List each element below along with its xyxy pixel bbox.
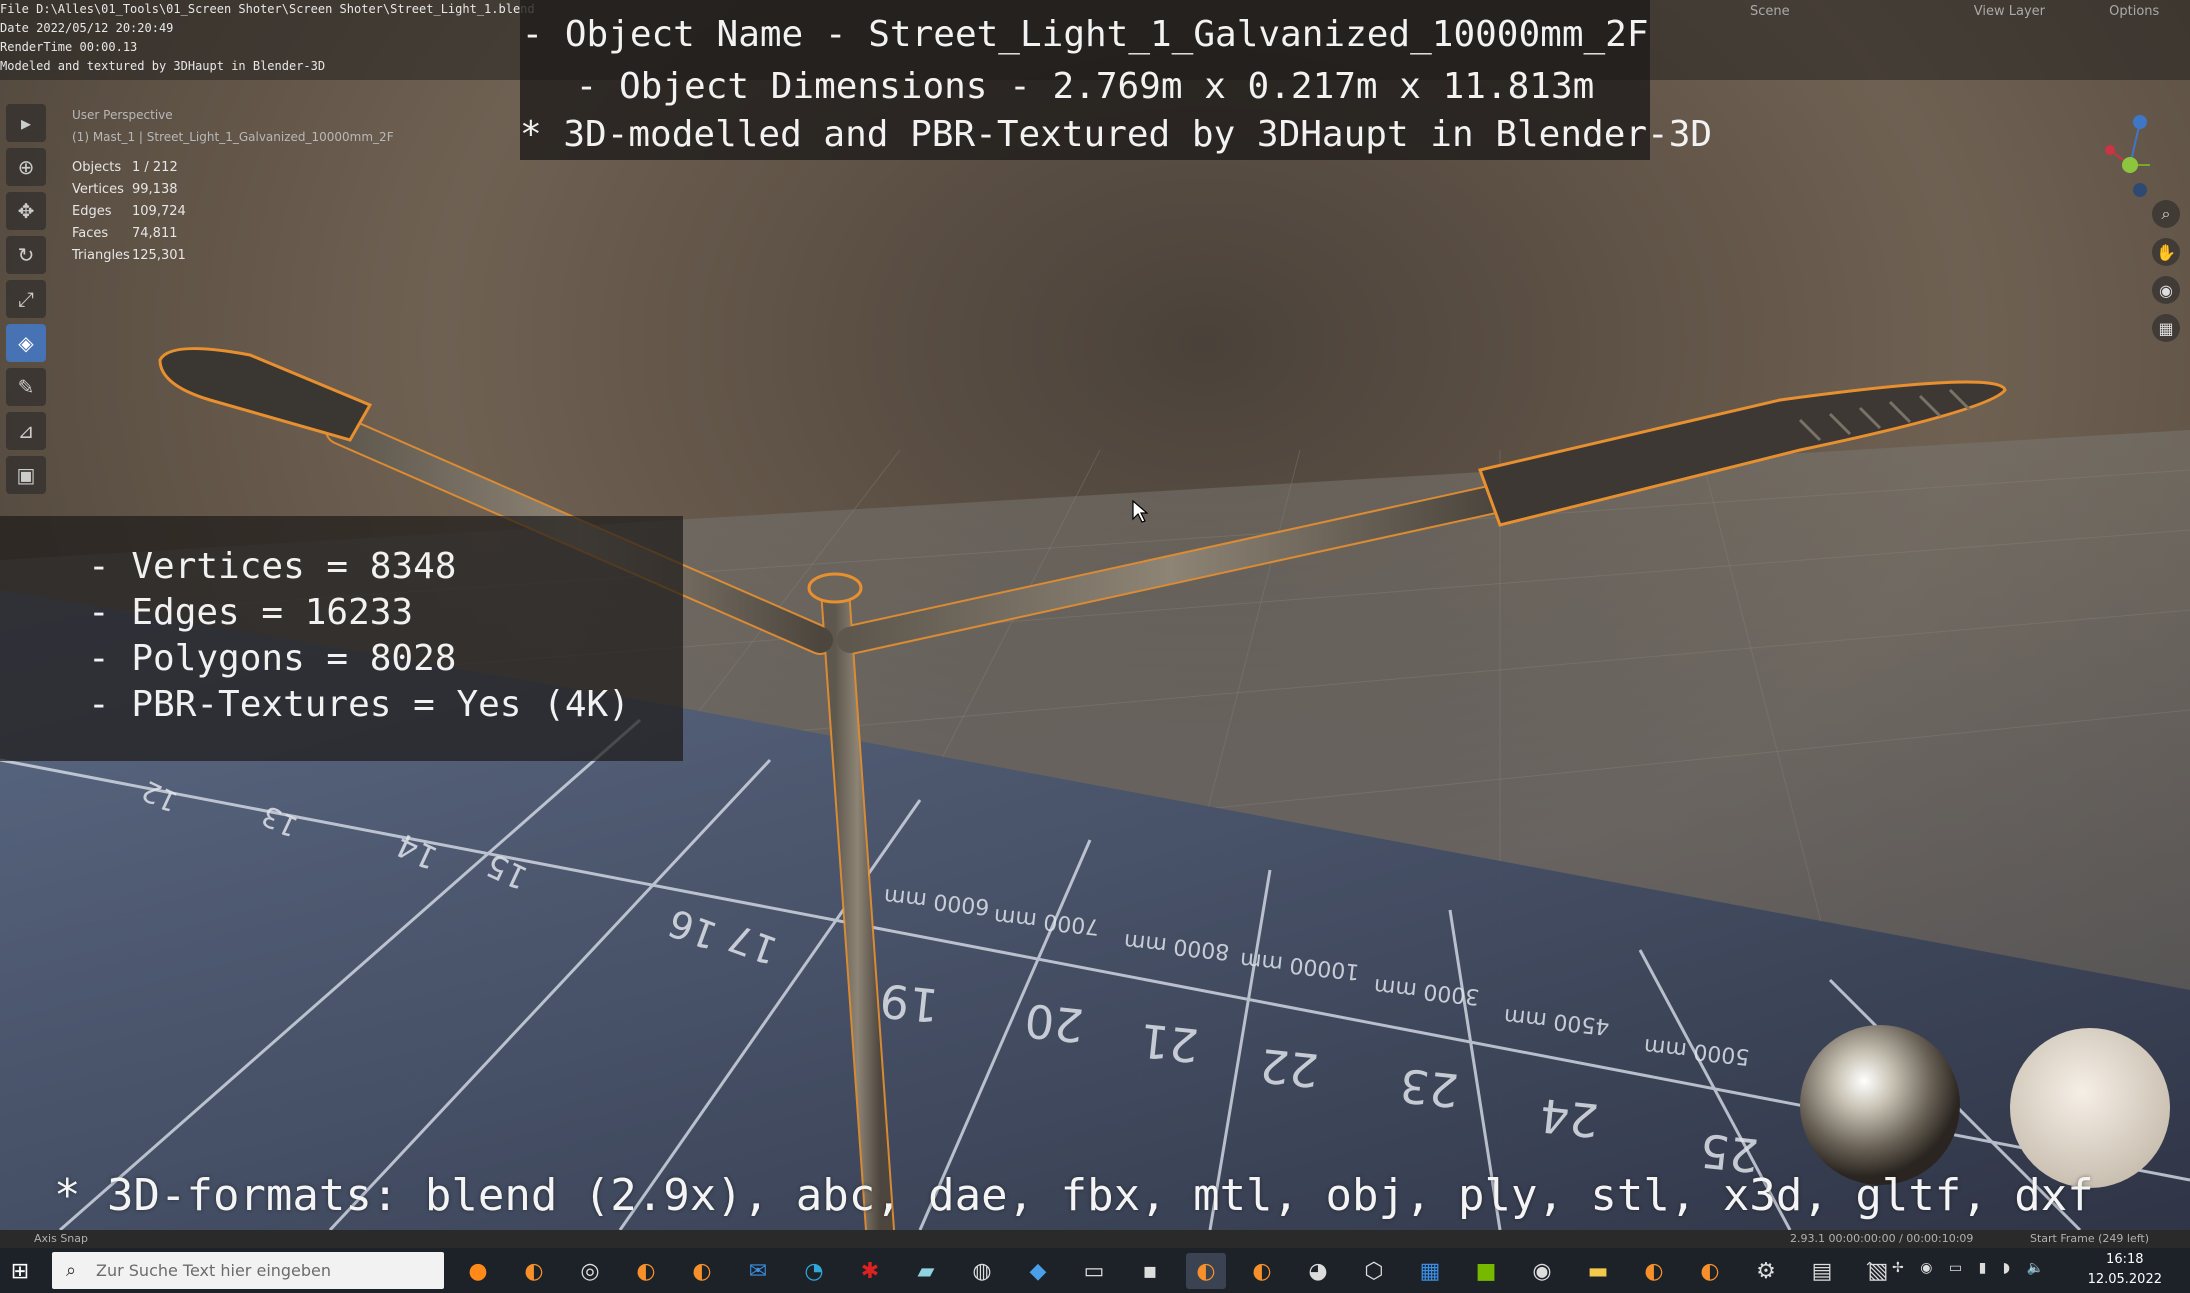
taskbar-search[interactable]: ⌕ Zur Suche Text hier eingeben	[52, 1252, 444, 1289]
calendar-icon[interactable]: ▦	[1410, 1253, 1450, 1289]
svg-text:23: 23	[1397, 1058, 1461, 1118]
grid-icon[interactable]: ▦	[2152, 314, 2180, 342]
mouse-pointer-icon	[1132, 499, 1149, 528]
vertices-count: - Vertices = 8348	[88, 546, 457, 587]
formats-caption: * 3D-formats: blend (2.9x), abc, dae, fb…	[54, 1170, 2094, 1221]
svg-text:22: 22	[1257, 1038, 1321, 1098]
cursor-icon[interactable]: ⊕	[6, 148, 46, 186]
transform-icon[interactable]: ◈	[6, 324, 46, 362]
app-icon[interactable]: ▪	[1130, 1253, 1170, 1289]
search-placeholder: Zur Suche Text hier eingeben	[96, 1261, 332, 1280]
svg-text:24: 24	[1537, 1088, 1601, 1148]
firefox-icon[interactable]: ●	[458, 1253, 498, 1289]
notes-icon[interactable]: ▰	[906, 1253, 946, 1289]
camera-icon[interactable]: ◉	[2152, 276, 2180, 304]
blender-icon[interactable]: ◐	[1242, 1253, 1282, 1289]
windows-taskbar: ⊞ ⌕ Zur Suche Text hier eingeben ● ◐ ◎ ◐…	[0, 1248, 2190, 1293]
taskbar-apps: ● ◐ ◎ ◐ ◐ ✉ ◔ ✱ ▰ ◍ ◆ ▭ ▪ ◐ ◐ ◕ ⬡ ▦ ■ ◉ …	[458, 1253, 1914, 1289]
pan-hand-icon[interactable]: ✋	[2152, 238, 2180, 266]
svg-text:20: 20	[1022, 993, 1086, 1053]
mail-icon[interactable]: ✉	[738, 1253, 778, 1289]
axis-gizmo[interactable]	[2100, 110, 2170, 200]
annotate-icon[interactable]: ✎	[6, 368, 46, 406]
move-icon[interactable]: ✥	[6, 192, 46, 230]
blender-icon[interactable]: ◐	[1690, 1253, 1730, 1289]
scene-selector[interactable]: Scene	[1750, 4, 1790, 19]
status-frame: Start Frame (249 left)	[2030, 1232, 2150, 1245]
settings-icon[interactable]: ⚙	[1746, 1253, 1786, 1289]
svg-text:19: 19	[877, 973, 941, 1033]
mesh-stats-panel: - Vertices = 8348 - Edges = 16233 - Poly…	[0, 516, 683, 761]
app-icon[interactable]: ◆	[1018, 1253, 1058, 1289]
blender-icon[interactable]: ◐	[514, 1253, 554, 1289]
polygons-count: - Polygons = 8028	[88, 638, 457, 679]
add-cube-icon[interactable]: ▣	[6, 456, 46, 494]
status-bar: Axis Snap 2.93.1 00:00:00:00 / 00:00:10:…	[0, 1230, 2190, 1248]
object-name: - Object Name - Street_Light_1_Galvanize…	[521, 14, 1649, 55]
clock-date: 12.05.2022	[2087, 1272, 2162, 1287]
status-version: 2.93.1 00:00:00:00 / 00:00:10:09	[1790, 1232, 1974, 1245]
blender-icon[interactable]: ◐	[626, 1253, 666, 1289]
system-tray[interactable]: ⌃ ✢ ◉ ▭ ▮ ◗ 🔈	[1864, 1260, 2050, 1276]
stat-row: Vertices 99,138	[72, 182, 178, 197]
search-icon: ⌕	[66, 1260, 77, 1281]
object-info-banner: - Object Name - Street_Light_1_Galvanize…	[520, 0, 1713, 160]
stat-row: Faces 74,811	[72, 226, 178, 241]
render-time: RenderTime 00:00.13	[0, 40, 138, 54]
stat-row: Edges 109,724	[72, 204, 186, 219]
app-icon[interactable]: ✱	[850, 1253, 890, 1289]
active-object-path: (1) Mast_1 | Street_Light_1_Galvanized_1…	[72, 130, 394, 144]
tool-shelf: ▸ ⊕ ✥ ↻ ⤢ ◈ ✎ ⊿ ▣	[6, 104, 48, 500]
obs-icon[interactable]: ◎	[570, 1253, 610, 1289]
stat-row: Objects 1 / 212	[72, 160, 178, 175]
stat-row: Triangles 125,301	[72, 248, 186, 263]
render-date: Date 2022/05/12 20:20:49	[0, 21, 174, 35]
blender-icon[interactable]: ◐	[682, 1253, 722, 1289]
app-icon[interactable]: ▤	[1802, 1253, 1842, 1289]
scene-statistics: Objects 1 / 212 Vertices 99,138 Edges 109,7…	[72, 160, 186, 270]
edges-count: - Edges = 16233	[88, 592, 414, 633]
nvidia-icon[interactable]: ■	[1466, 1253, 1506, 1289]
header-right-controls: Scene View Layer Options	[1750, 4, 2159, 19]
zoom-icon[interactable]: ⌕	[2152, 200, 2180, 228]
measure-icon[interactable]: ⊿	[6, 412, 46, 450]
object-dimensions: - Object Dimensions - 2.769m x 0.217m x …	[575, 66, 1595, 107]
scale-icon[interactable]: ⤢	[6, 280, 46, 318]
taskbar-clock[interactable]: 16:18 12.05.2022	[2088, 1250, 2162, 1290]
options-menu[interactable]: Options	[2109, 4, 2159, 19]
file-path: File D:\Alles\01_Tools\01_Screen Shoter\…	[0, 2, 535, 16]
select-box-icon[interactable]: ▸	[6, 104, 46, 142]
perspective-label: User Perspective	[72, 108, 173, 122]
edge-icon[interactable]: ◔	[794, 1253, 834, 1289]
cube-icon[interactable]: ⬡	[1354, 1253, 1394, 1289]
credit-line: Modeled and textured by 3DHaupt in Blend…	[0, 59, 326, 73]
app-icon[interactable]: ◉	[1522, 1253, 1562, 1289]
folder-icon[interactable]: ▬	[1578, 1253, 1618, 1289]
panda-icon[interactable]: ◕	[1298, 1253, 1338, 1289]
terminal-icon[interactable]: ▭	[1074, 1253, 1114, 1289]
navigation-controls: ⌕ ✋ ◉ ▦	[2152, 200, 2182, 352]
modelled-by: * 3D-modelled and PBR-Textured by 3DHaup…	[520, 114, 1713, 155]
blender-icon[interactable]: ◐	[1634, 1253, 1674, 1289]
status-left: Axis Snap	[34, 1232, 88, 1245]
rotate-icon[interactable]: ↻	[6, 236, 46, 274]
pbr-textures: - PBR-Textures = Yes (4K)	[88, 684, 630, 725]
clock-time: 16:18	[2106, 1252, 2144, 1267]
viewport-label: User Perspective (1) Mast_1 | Street_Lig…	[72, 104, 394, 148]
svg-text:21: 21	[1137, 1013, 1201, 1073]
windows-start-icon[interactable]: ⊞	[6, 1258, 34, 1286]
blender-icon[interactable]: ◐	[1186, 1253, 1226, 1289]
view-layer-selector[interactable]: View Layer	[1974, 4, 2045, 19]
app-icon[interactable]: ◍	[962, 1253, 1002, 1289]
render-info-overlay: File D:\Alles\01_Tools\01_Screen Shoter\…	[0, 0, 535, 76]
